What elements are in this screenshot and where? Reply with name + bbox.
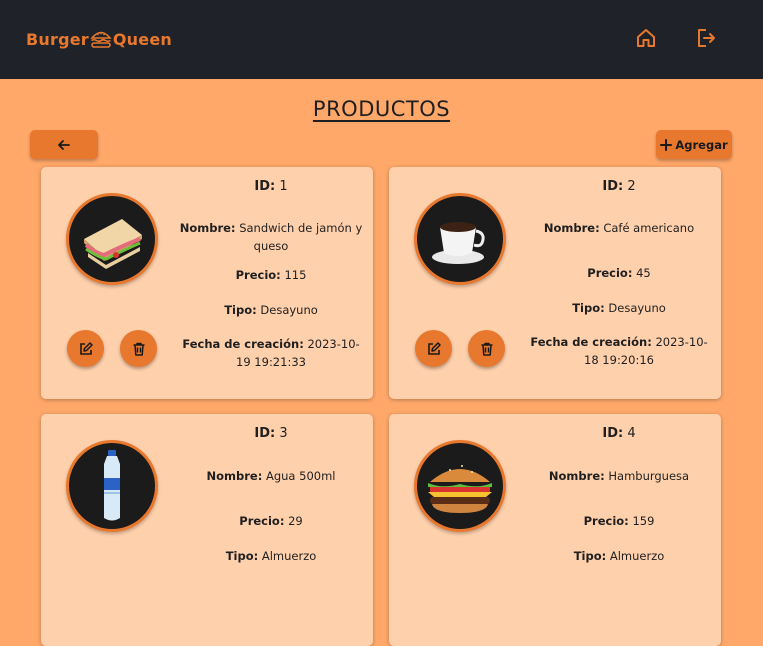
hamburger-image [428,465,492,513]
page-title: PRODUCTOS [312,97,451,121]
product-image [414,193,506,285]
brand-logo[interactable]: Burger Queen [26,27,172,51]
edit-button[interactable] [415,330,452,367]
product-price: Precio: 115 [235,268,307,282]
product-type: Tipo: Almuerzo [225,549,317,563]
product-image [66,440,158,532]
home-icon [637,29,655,47]
home-button[interactable] [634,26,658,50]
product-date: Fecha de creación: 2023-10-19 19:21:33 [182,337,360,369]
product-image [66,193,158,285]
product-id: ID: 3 [254,426,288,441]
product-id: ID: 1 [254,179,288,194]
back-button[interactable] [30,130,98,159]
delete-button[interactable] [468,330,505,367]
trash-icon [133,342,144,356]
logo-text-right: Queen [112,29,172,49]
water-bottle-image [104,450,120,521]
product-card: ID: 3 Nombre: Agua 500ml Precio: 29 Tipo… [41,414,373,646]
product-type: Tipo: Desayuno [572,301,666,315]
product-price: Precio: 45 [587,266,651,280]
logo-text-left: Burger [26,29,89,49]
product-name: Nombre: Hamburguesa [548,469,690,483]
product-type: Tipo: Desayuno [224,303,318,317]
trash-icon [481,342,492,356]
edit-button[interactable] [67,330,104,367]
product-date: Fecha de creación: 2023-10-18 19:20:16 [530,335,708,367]
top-navbar: Burger Queen [0,0,763,79]
add-product-button[interactable]: Agregar [656,130,732,159]
product-image [414,440,506,532]
edit-icon [79,341,93,355]
product-id: ID: 4 [602,426,636,441]
coffee-cup-image [432,222,485,264]
plus-icon [660,138,673,151]
product-price: Precio: 29 [239,514,303,528]
sandwich-image [84,219,142,269]
product-name: Nombre: Café americano [543,221,695,235]
product-card: ID: 1 Nombre: Sandwich de jamón y queso … [41,167,373,399]
product-name: Nombre: Agua 500ml [206,469,336,483]
product-card: ID: 2 Nombre: Café americano Precio: 45 … [389,167,721,399]
logout-button[interactable] [694,26,718,50]
edit-icon [427,341,441,355]
product-card: ID: 4 Nombre: Hamburguesa Precio: 159 Ti… [389,414,721,646]
product-type: Tipo: Almuerzo [573,549,665,563]
burger-logo-icon [90,31,112,48]
arrow-left-icon [58,139,70,150]
delete-button[interactable] [120,330,157,367]
add-button-label: Agregar [675,137,728,152]
product-name: Nombre: Sandwich de jamón y queso [179,221,363,253]
product-id: ID: 2 [602,179,636,194]
product-price: Precio: 159 [583,514,655,528]
logout-icon [698,29,715,47]
